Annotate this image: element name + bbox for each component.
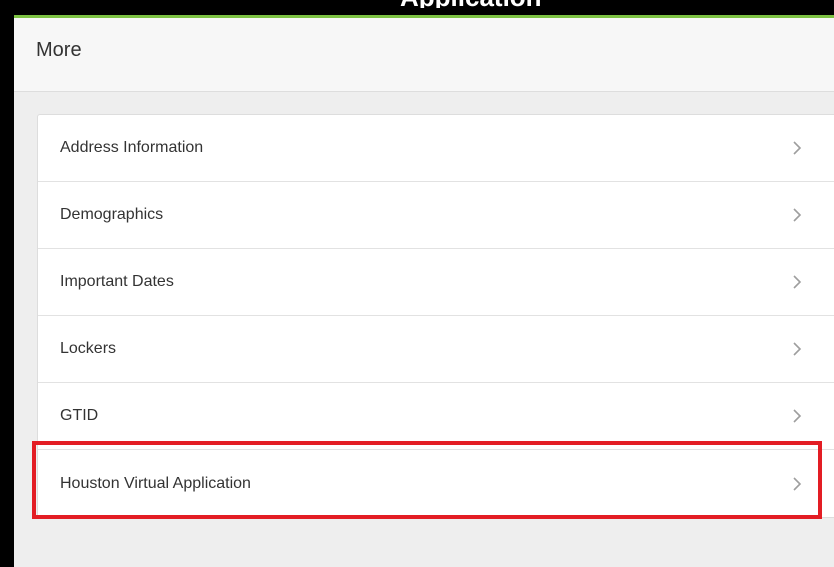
screenshot-frame: Application More Address Information Dem… (0, 0, 834, 567)
chevron-right-icon (793, 409, 802, 423)
cropped-title-text: Application (400, 0, 542, 8)
chevron-right-icon (793, 342, 802, 356)
menu-item-label: GTID (60, 407, 99, 424)
menu-item-label: Houston Virtual Application (60, 474, 251, 492)
more-menu-list: Address Information Demographics Importa… (37, 114, 834, 518)
menu-item-important-dates[interactable]: Important Dates (38, 249, 834, 316)
chevron-right-icon (793, 141, 802, 155)
chevron-right-icon (793, 275, 802, 289)
menu-item-houston-virtual-application[interactable]: Houston Virtual Application (38, 450, 834, 517)
menu-item-label: Demographics (60, 206, 164, 223)
page-title: More (36, 39, 82, 61)
menu-item-demographics[interactable]: Demographics (38, 182, 834, 249)
menu-item-label: Address Information (60, 139, 204, 156)
menu-item-label: Important Dates (60, 273, 174, 290)
app-window: More Address Information Demographics Im… (14, 15, 834, 567)
menu-item-address-information[interactable]: Address Information (38, 115, 834, 182)
chevron-right-icon (793, 476, 802, 491)
menu-item-gtid[interactable]: GTID (38, 383, 834, 450)
chevron-right-icon (793, 208, 802, 222)
menu-item-lockers[interactable]: Lockers (38, 316, 834, 383)
page-header: More (14, 18, 834, 92)
menu-item-label: Lockers (60, 340, 117, 357)
